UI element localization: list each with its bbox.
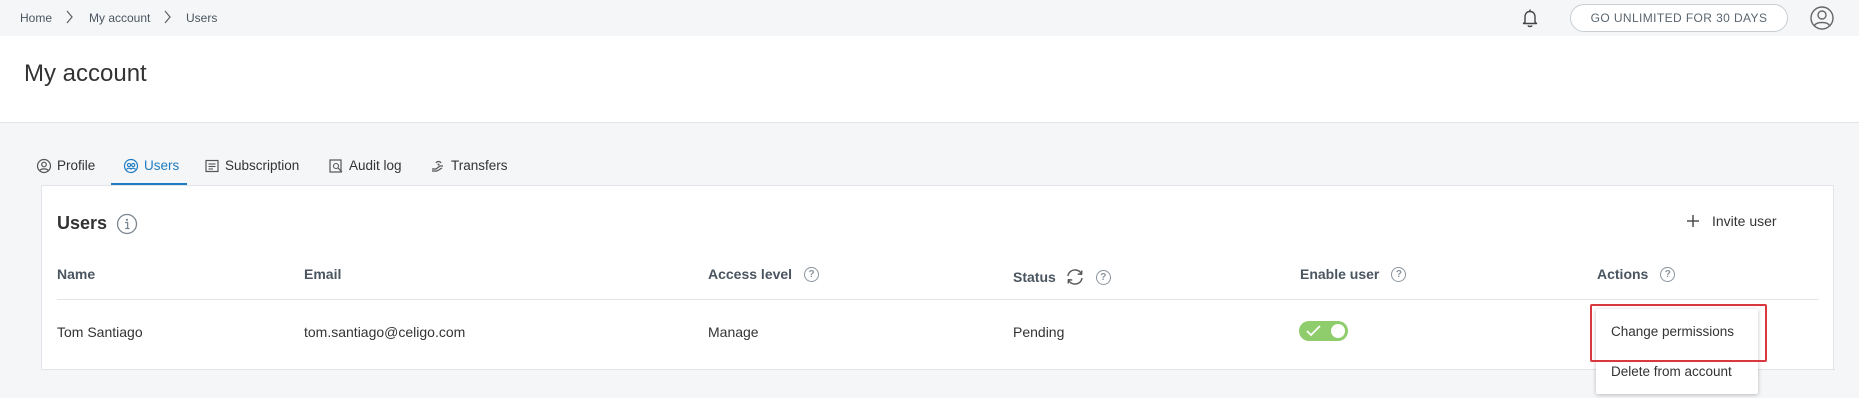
column-label: Access level <box>708 266 793 282</box>
refresh-icon[interactable] <box>1064 266 1086 288</box>
column-label: Email <box>304 266 342 282</box>
breadcrumb-my-account[interactable]: My account <box>89 11 150 25</box>
users-icon <box>123 158 139 174</box>
menu-item-change-permissions[interactable]: Change permissions <box>1596 313 1758 351</box>
column-header-name[interactable]: Name <box>57 266 95 282</box>
top-bar: Home My account Users GO UNLIMITED FOR 3… <box>0 0 1859 36</box>
invite-user-label: Invite user <box>1712 213 1777 229</box>
column-header-status[interactable]: Status ? <box>1013 266 1111 288</box>
tab-label: Users <box>144 158 180 173</box>
column-header-enable-user[interactable]: Enable user? <box>1300 266 1407 282</box>
go-unlimited-button[interactable]: GO UNLIMITED FOR 30 DAYS <box>1570 4 1788 32</box>
tab-label: Profile <box>57 158 96 173</box>
row-divider <box>42 369 1835 370</box>
toggle-knob <box>1331 324 1345 338</box>
transfers-icon <box>432 160 443 172</box>
actions-menu: Change permissions Delete from account <box>1596 309 1758 394</box>
column-label: Enable user <box>1300 266 1380 282</box>
help-icon[interactable]: ? <box>1660 266 1676 282</box>
column-header-email[interactable]: Email <box>304 266 341 282</box>
bell-icon[interactable] <box>1519 7 1541 29</box>
users-panel-title: Users <box>57 213 108 233</box>
breadcrumb-home[interactable]: Home <box>20 11 52 25</box>
chevron-right-icon <box>66 10 73 24</box>
header-divider <box>57 299 1819 300</box>
audit-log-icon <box>329 159 343 173</box>
plus-icon <box>1687 215 1699 227</box>
cell-access-level: Manage <box>708 324 759 340</box>
user-avatar-icon[interactable] <box>1809 5 1835 31</box>
column-label: Name <box>57 266 96 282</box>
column-label: Actions <box>1597 266 1649 282</box>
help-icon[interactable]: ? <box>1391 266 1407 282</box>
users-panel: Users Invite user Name Email Access leve… <box>41 185 1835 370</box>
tab-users[interactable]: Users <box>111 152 187 185</box>
tab-subscription[interactable]: Subscription <box>204 152 308 185</box>
cell-name: Tom Santiago <box>57 324 143 340</box>
chevron-right-icon <box>164 10 171 24</box>
column-label: Status <box>1013 269 1056 285</box>
info-icon[interactable] <box>116 213 138 235</box>
cell-email: tom.santiago@celigo.com <box>304 324 466 340</box>
tab-profile[interactable]: Profile <box>36 152 102 185</box>
enable-user-toggle[interactable] <box>1299 321 1348 341</box>
menu-item-delete-from-account[interactable]: Delete from account <box>1596 353 1758 391</box>
column-header-access-level[interactable]: Access level? <box>708 266 820 282</box>
tab-transfers[interactable]: Transfers <box>430 152 510 185</box>
tab-label: Audit log <box>349 158 402 173</box>
profile-icon <box>36 158 52 174</box>
breadcrumb-users: Users <box>186 11 218 25</box>
tab-label: Subscription <box>225 158 300 173</box>
invite-user-button[interactable]: Invite user <box>1686 213 1777 229</box>
help-icon[interactable]: ? <box>1095 269 1111 285</box>
tab-label: Transfers <box>451 158 508 173</box>
check-icon <box>1306 325 1321 337</box>
account-tabs: Profile Users Subscription Audit log Tra… <box>0 152 1859 185</box>
cell-status: Pending <box>1013 324 1065 340</box>
help-icon[interactable]: ? <box>804 266 820 282</box>
column-header-actions[interactable]: Actions? <box>1597 266 1676 282</box>
page-title: My account <box>24 60 147 87</box>
page-header: My account <box>0 36 1859 123</box>
subscription-icon <box>205 159 219 173</box>
tab-audit-log[interactable]: Audit log <box>328 152 408 185</box>
